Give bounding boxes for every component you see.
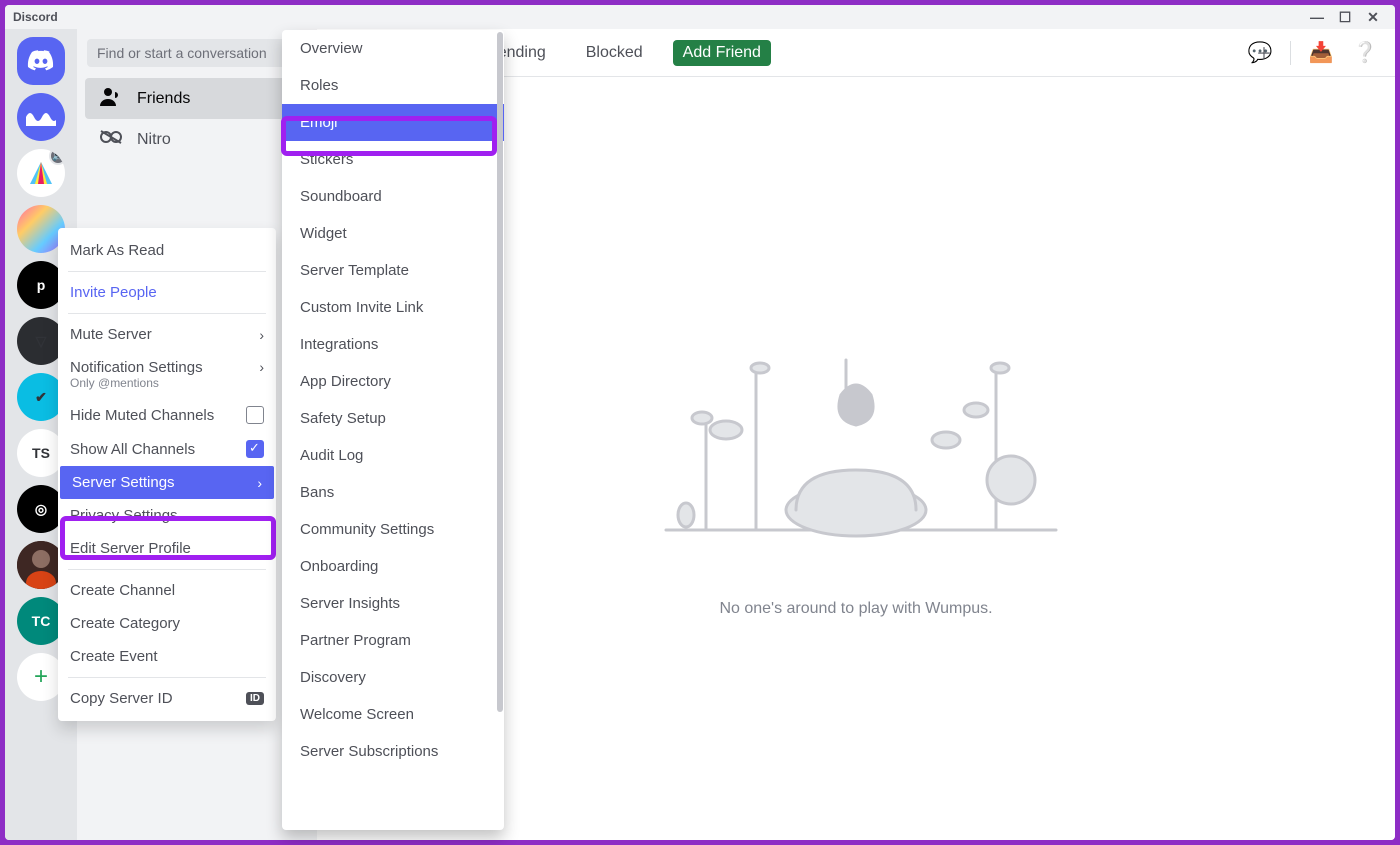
server-context-menu: Mark As Read Invite People Mute Server› … (58, 228, 276, 721)
settings-item-widget[interactable]: Widget (282, 215, 504, 252)
settings-item-custom-invite-link[interactable]: Custom Invite Link (282, 289, 504, 326)
settings-item-server-template[interactable]: Server Template (282, 252, 504, 289)
wumpus-illustration (646, 300, 1066, 560)
voice-indicator-icon: 🔊 (49, 149, 65, 165)
nitro-icon (99, 128, 123, 151)
tab-add-friend[interactable]: Add Friend (673, 40, 771, 66)
settings-item-discovery[interactable]: Discovery (282, 659, 504, 696)
ctx-edit-server-profile[interactable]: Edit Server Profile (58, 532, 276, 565)
nitro-tab[interactable]: Nitro (85, 120, 309, 159)
checkbox-icon (246, 406, 264, 424)
ctx-server-settings[interactable]: Server Settings› (60, 466, 274, 499)
ctx-show-all-channels[interactable]: Show All Channels (58, 432, 276, 466)
settings-item-onboarding[interactable]: Onboarding (282, 548, 504, 585)
dm-item-label: Friends (137, 90, 190, 108)
ctx-create-event[interactable]: Create Event (58, 640, 276, 673)
ctx-copy-server-id[interactable]: Copy Server IDID (58, 682, 276, 715)
server-settings-submenu: OverviewRolesEmojiStickersSoundboardWidg… (282, 30, 504, 830)
ctx-invite-people[interactable]: Invite People (58, 276, 276, 309)
settings-item-emoji[interactable]: Emoji (282, 104, 504, 141)
inbox-icon[interactable]: 📥 (1307, 40, 1335, 65)
settings-item-bans[interactable]: Bans (282, 474, 504, 511)
id-badge: ID (246, 692, 264, 705)
ctx-create-category[interactable]: Create Category (58, 607, 276, 640)
ctx-mark-as-read[interactable]: Mark As Read (58, 234, 276, 267)
chevron-right-icon: › (257, 475, 262, 491)
ctx-hide-muted-channels[interactable]: Hide Muted Channels (58, 398, 276, 432)
friends-icon (99, 86, 123, 111)
checkbox-checked-icon (246, 440, 264, 458)
window-minimize-button[interactable]: — (1303, 9, 1331, 25)
settings-item-app-directory[interactable]: App Directory (282, 363, 504, 400)
settings-item-safety-setup[interactable]: Safety Setup (282, 400, 504, 437)
search-input[interactable]: Find or start a conversation (87, 39, 307, 67)
chevron-right-icon: › (259, 327, 264, 343)
ctx-create-channel[interactable]: Create Channel (58, 574, 276, 607)
friends-tab[interactable]: Friends (85, 78, 309, 119)
window-close-button[interactable]: ✕ (1359, 9, 1387, 26)
scrollbar-thumb[interactable] (497, 32, 503, 712)
ctx-mute-server[interactable]: Mute Server› (58, 318, 276, 351)
settings-item-audit-log[interactable]: Audit Log (282, 437, 504, 474)
window-maximize-button[interactable]: ☐ (1331, 9, 1359, 26)
dm-item-label: Nitro (137, 131, 171, 149)
chevron-right-icon: › (259, 359, 264, 375)
search-placeholder: Find or start a conversation (97, 45, 267, 61)
settings-item-server-subscriptions[interactable]: Server Subscriptions (282, 733, 504, 770)
home-button[interactable] (17, 37, 65, 85)
settings-item-partner-program[interactable]: Partner Program (282, 622, 504, 659)
ctx-notification-settings[interactable]: Notification Settings Only @mentions › (58, 351, 276, 398)
app-title: Discord (13, 10, 58, 24)
server-icon[interactable]: 🔊 (17, 149, 65, 197)
settings-item-roles[interactable]: Roles (282, 67, 504, 104)
settings-item-stickers[interactable]: Stickers (282, 141, 504, 178)
new-group-dm-icon[interactable]: 💬＋ (1246, 40, 1274, 65)
titlebar: Discord — ☐ ✕ (5, 5, 1395, 29)
help-icon[interactable]: ❔ (1351, 40, 1379, 65)
ctx-privacy-settings[interactable]: Privacy Settings (58, 499, 276, 532)
settings-item-server-insights[interactable]: Server Insights (282, 585, 504, 622)
server-icon[interactable] (17, 93, 65, 141)
empty-state-text: No one's around to play with Wumpus. (719, 600, 992, 618)
scrollbar[interactable] (496, 30, 504, 830)
settings-item-welcome-screen[interactable]: Welcome Screen (282, 696, 504, 733)
settings-item-soundboard[interactable]: Soundboard (282, 178, 504, 215)
settings-item-community-settings[interactable]: Community Settings (282, 511, 504, 548)
settings-item-overview[interactable]: Overview (282, 30, 504, 67)
settings-item-integrations[interactable]: Integrations (282, 326, 504, 363)
tab-blocked[interactable]: Blocked (576, 40, 653, 66)
